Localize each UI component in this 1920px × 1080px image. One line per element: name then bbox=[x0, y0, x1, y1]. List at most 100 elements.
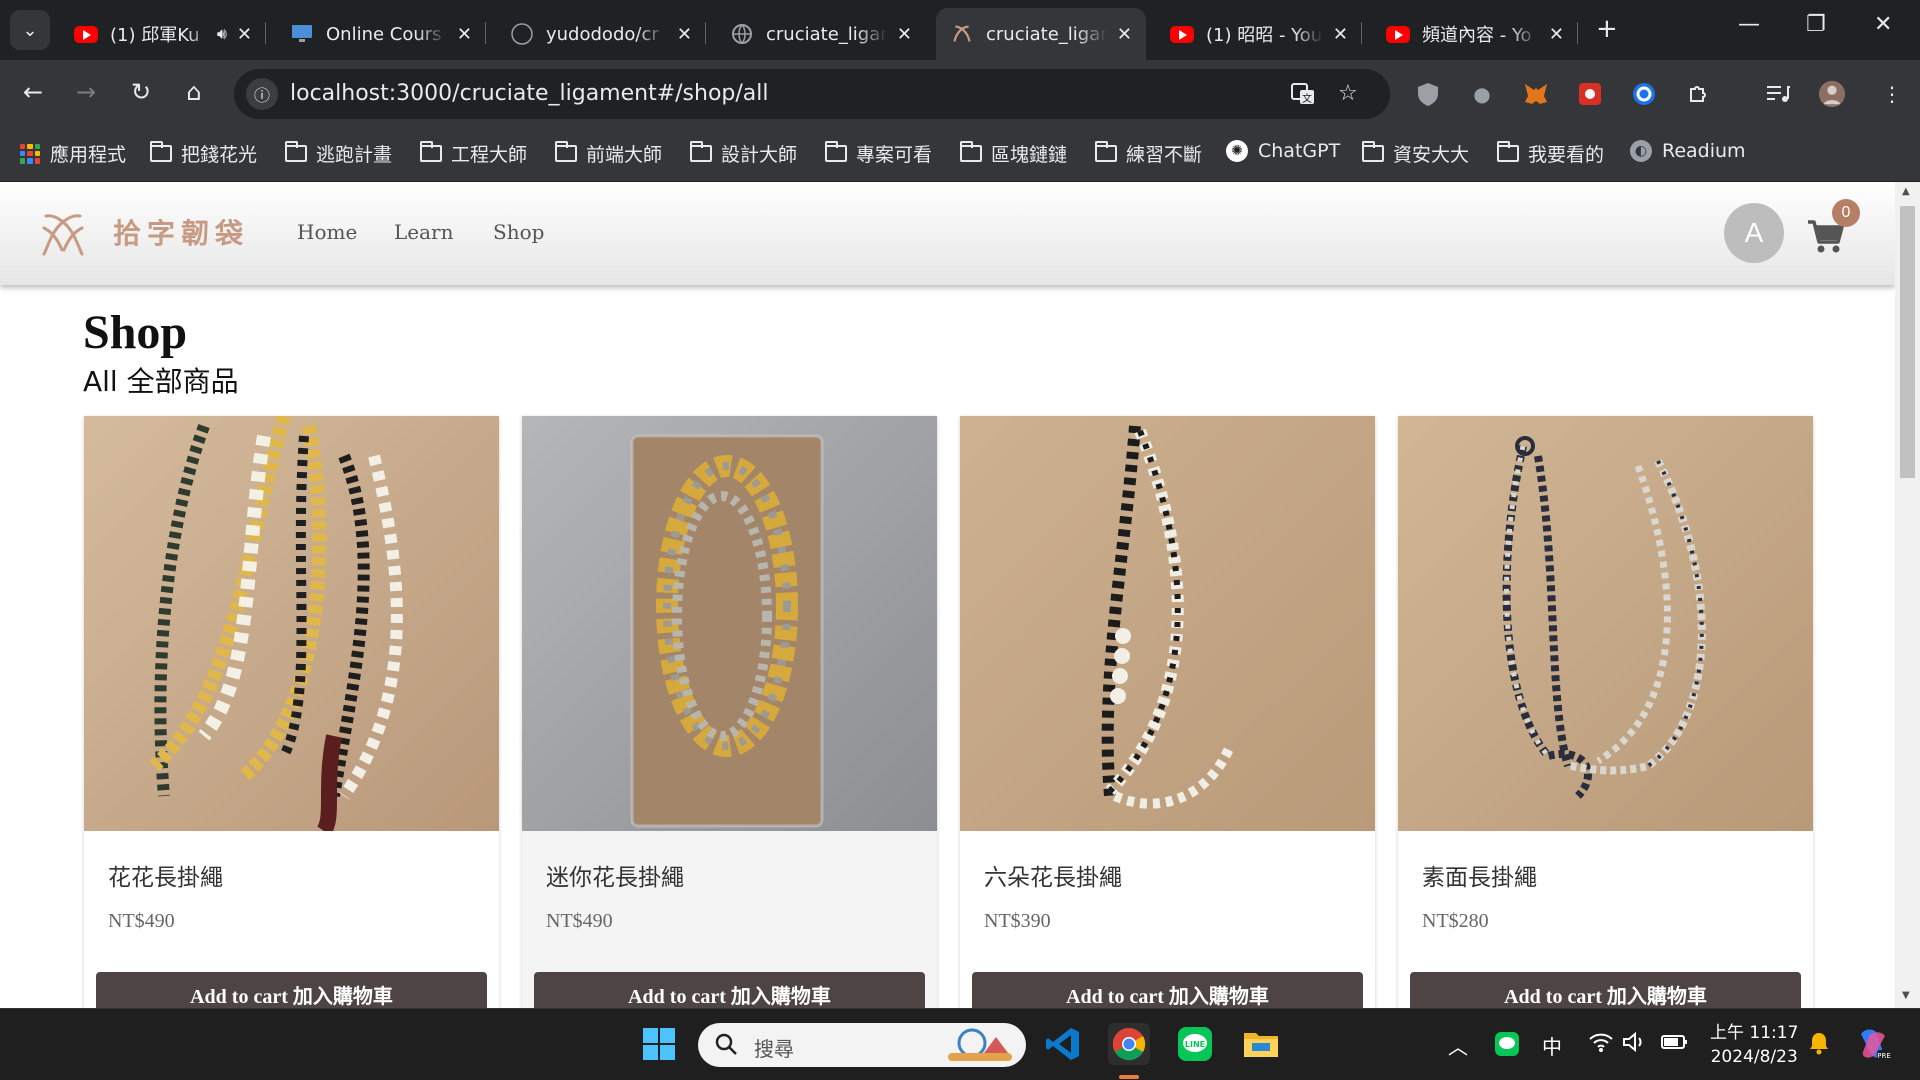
back-icon[interactable]: ← bbox=[17, 78, 49, 106]
bookmark-chatgpt[interactable]: ✺ ChatGPT bbox=[1226, 140, 1340, 162]
mouse-extension-icon[interactable]: ● bbox=[1468, 80, 1496, 108]
youtube-icon bbox=[1170, 22, 1194, 46]
bookmark-star-icon[interactable]: ☆ bbox=[1338, 81, 1358, 106]
add-to-cart-button[interactable]: Add to cart 加入購物車 bbox=[534, 972, 925, 1008]
bookmark-apps[interactable]: 應用程式 bbox=[20, 140, 126, 167]
scroll-down-icon[interactable]: ▼ bbox=[1902, 990, 1910, 1001]
product-name[interactable]: 迷你花長掛繩 bbox=[546, 858, 684, 892]
add-to-cart-button[interactable]: Add to cart 加入購物車 bbox=[972, 972, 1363, 1008]
address-bar[interactable]: ⓘ localhost:3000/cruciate_ligament#/shop… bbox=[234, 69, 1390, 119]
copilot-icon[interactable]: PRE bbox=[1852, 1023, 1894, 1065]
extensions-icon[interactable] bbox=[1684, 80, 1712, 108]
reload-icon[interactable]: ↻ bbox=[125, 78, 157, 106]
battery-icon[interactable] bbox=[1660, 1031, 1690, 1058]
page-subtitle: All 全部商品 bbox=[83, 365, 239, 398]
puzzle-red-extension-icon[interactable] bbox=[1576, 80, 1604, 108]
tab-online-courses[interactable]: Online Cours ✕ bbox=[276, 8, 486, 60]
add-to-cart-button[interactable]: Add to cart 加入購物車 bbox=[96, 972, 487, 1008]
page-scrollbar[interactable]: ▲ ▼ bbox=[1895, 182, 1920, 1008]
chrome-icon[interactable] bbox=[1108, 1023, 1150, 1065]
volume-icon[interactable] bbox=[1622, 1031, 1648, 1058]
close-tab-icon[interactable]: ✕ bbox=[1549, 24, 1564, 45]
nav-shop[interactable]: Shop bbox=[493, 220, 544, 244]
user-avatar[interactable]: A bbox=[1724, 203, 1784, 263]
bookmark-folder[interactable]: 逃跑計畫 bbox=[285, 140, 392, 167]
bookmark-label: 應用程式 bbox=[50, 144, 127, 166]
bookmark-folder[interactable]: 把錢花光 bbox=[150, 140, 257, 167]
youtube-icon bbox=[74, 22, 98, 46]
tab-cruciate-1[interactable]: cruciate_ligar ✕ bbox=[716, 8, 926, 60]
bookmark-folder[interactable]: 資安大大 bbox=[1362, 140, 1469, 167]
tab-title: 頻道內容 - Yo bbox=[1422, 25, 1532, 46]
line-icon[interactable]: LINE bbox=[1174, 1023, 1216, 1065]
bookmark-folder[interactable]: 工程大師 bbox=[420, 140, 527, 167]
windows-start-icon[interactable] bbox=[638, 1023, 680, 1065]
wifi-icon[interactable] bbox=[1588, 1031, 1614, 1058]
product-name[interactable]: 花花長掛繩 bbox=[108, 858, 223, 892]
close-tab-icon[interactable]: ✕ bbox=[897, 24, 912, 45]
taskbar-search-placeholder: 搜尋 bbox=[754, 1037, 794, 1061]
tab-youtube-3[interactable]: 頻道內容 - Yo ✕ bbox=[1372, 8, 1578, 60]
bookmark-readium[interactable]: ◐ Readium bbox=[1630, 140, 1746, 162]
new-tab-button[interactable]: + bbox=[1596, 14, 1618, 44]
metamask-icon[interactable] bbox=[1522, 80, 1550, 108]
tab-github[interactable]: yudododo/cr ✕ bbox=[496, 8, 706, 60]
home-icon[interactable]: ⌂ bbox=[178, 78, 210, 106]
product-name[interactable]: 素面長掛繩 bbox=[1422, 858, 1537, 892]
url-text[interactable]: localhost:3000/cruciate_ligament#/shop/a… bbox=[290, 81, 769, 106]
scroll-up-icon[interactable]: ▲ bbox=[1902, 186, 1910, 197]
close-tab-icon[interactable]: ✕ bbox=[457, 24, 472, 45]
ime-indicator[interactable]: 中 bbox=[1542, 1031, 1562, 1060]
close-window-button[interactable]: ✕ bbox=[1874, 12, 1892, 37]
bookmark-folder[interactable]: 區塊鏈鏈 bbox=[960, 140, 1067, 167]
product-image[interactable] bbox=[522, 416, 937, 831]
system-clock[interactable]: 上午 11:17 2024/8/23 bbox=[1710, 1021, 1798, 1069]
product-image[interactable] bbox=[84, 416, 499, 831]
site-info-icon[interactable]: ⓘ bbox=[246, 78, 278, 110]
menu-kebab-icon[interactable]: ⋮ bbox=[1878, 80, 1906, 108]
bookmark-label: 把錢花光 bbox=[181, 144, 258, 166]
product-image[interactable] bbox=[960, 416, 1375, 831]
bookmark-folder[interactable]: 練習不斷 bbox=[1095, 140, 1202, 167]
minimize-button[interactable]: — bbox=[1738, 12, 1760, 37]
tab-cruciate-active[interactable]: cruciate_ligar ✕ bbox=[936, 8, 1146, 60]
site-logo-icon bbox=[950, 22, 974, 46]
readium-icon: ◐ bbox=[1630, 140, 1652, 162]
bookmark-folder[interactable]: 專案可看 bbox=[825, 140, 932, 167]
product-name[interactable]: 六朵花長掛繩 bbox=[984, 858, 1122, 892]
file-explorer-icon[interactable] bbox=[1240, 1023, 1282, 1065]
tab-youtube-1[interactable]: (1) 邱軍Ku 🔊︎ ✕ bbox=[60, 8, 266, 60]
scrollbar-thumb[interactable] bbox=[1900, 206, 1915, 478]
close-tab-icon[interactable]: ✕ bbox=[1117, 24, 1132, 45]
close-tab-icon[interactable]: ✕ bbox=[677, 24, 692, 45]
product-image[interactable] bbox=[1398, 416, 1813, 831]
bookmark-folder[interactable]: 前端大師 bbox=[555, 140, 662, 167]
shield-extension-icon[interactable] bbox=[1414, 80, 1442, 108]
folder-icon bbox=[420, 141, 442, 162]
folder-icon bbox=[1095, 141, 1117, 162]
media-control-icon[interactable] bbox=[1764, 80, 1792, 108]
line-tray-icon[interactable] bbox=[1486, 1023, 1528, 1065]
folder-icon bbox=[690, 141, 712, 162]
taskbar-search-box[interactable]: 搜尋 bbox=[698, 1023, 1026, 1067]
add-to-cart-button[interactable]: Add to cart 加入購物車 bbox=[1410, 972, 1801, 1008]
profile-avatar-icon[interactable] bbox=[1818, 80, 1846, 108]
bookmark-folder[interactable]: 設計大師 bbox=[690, 140, 797, 167]
nav-home[interactable]: Home bbox=[297, 220, 357, 244]
vscode-icon[interactable] bbox=[1042, 1023, 1084, 1065]
translate-icon[interactable]: 文 bbox=[1290, 81, 1316, 113]
brand-name[interactable]: 拾字韌袋 bbox=[113, 212, 249, 252]
tray-overflow-icon[interactable]: ︿ bbox=[1448, 1031, 1468, 1060]
close-tab-icon[interactable]: ✕ bbox=[1333, 24, 1348, 45]
bookmark-folder[interactable]: 我要看的 bbox=[1497, 140, 1604, 167]
sync-extension-icon[interactable] bbox=[1630, 80, 1658, 108]
notification-bell-icon[interactable] bbox=[1808, 1031, 1830, 1060]
forward-icon[interactable]: → bbox=[70, 78, 102, 106]
tab-search-button[interactable]: ⌄ bbox=[10, 10, 50, 50]
close-tab-icon[interactable]: ✕ bbox=[237, 24, 252, 45]
speaker-icon[interactable]: 🔊︎ bbox=[217, 24, 227, 44]
restore-button[interactable]: ❐ bbox=[1806, 12, 1826, 37]
nav-learn[interactable]: Learn bbox=[394, 220, 453, 244]
tab-youtube-2[interactable]: (1) 昭昭 - You ✕ bbox=[1156, 8, 1362, 60]
brand-logo-icon[interactable] bbox=[38, 210, 88, 260]
